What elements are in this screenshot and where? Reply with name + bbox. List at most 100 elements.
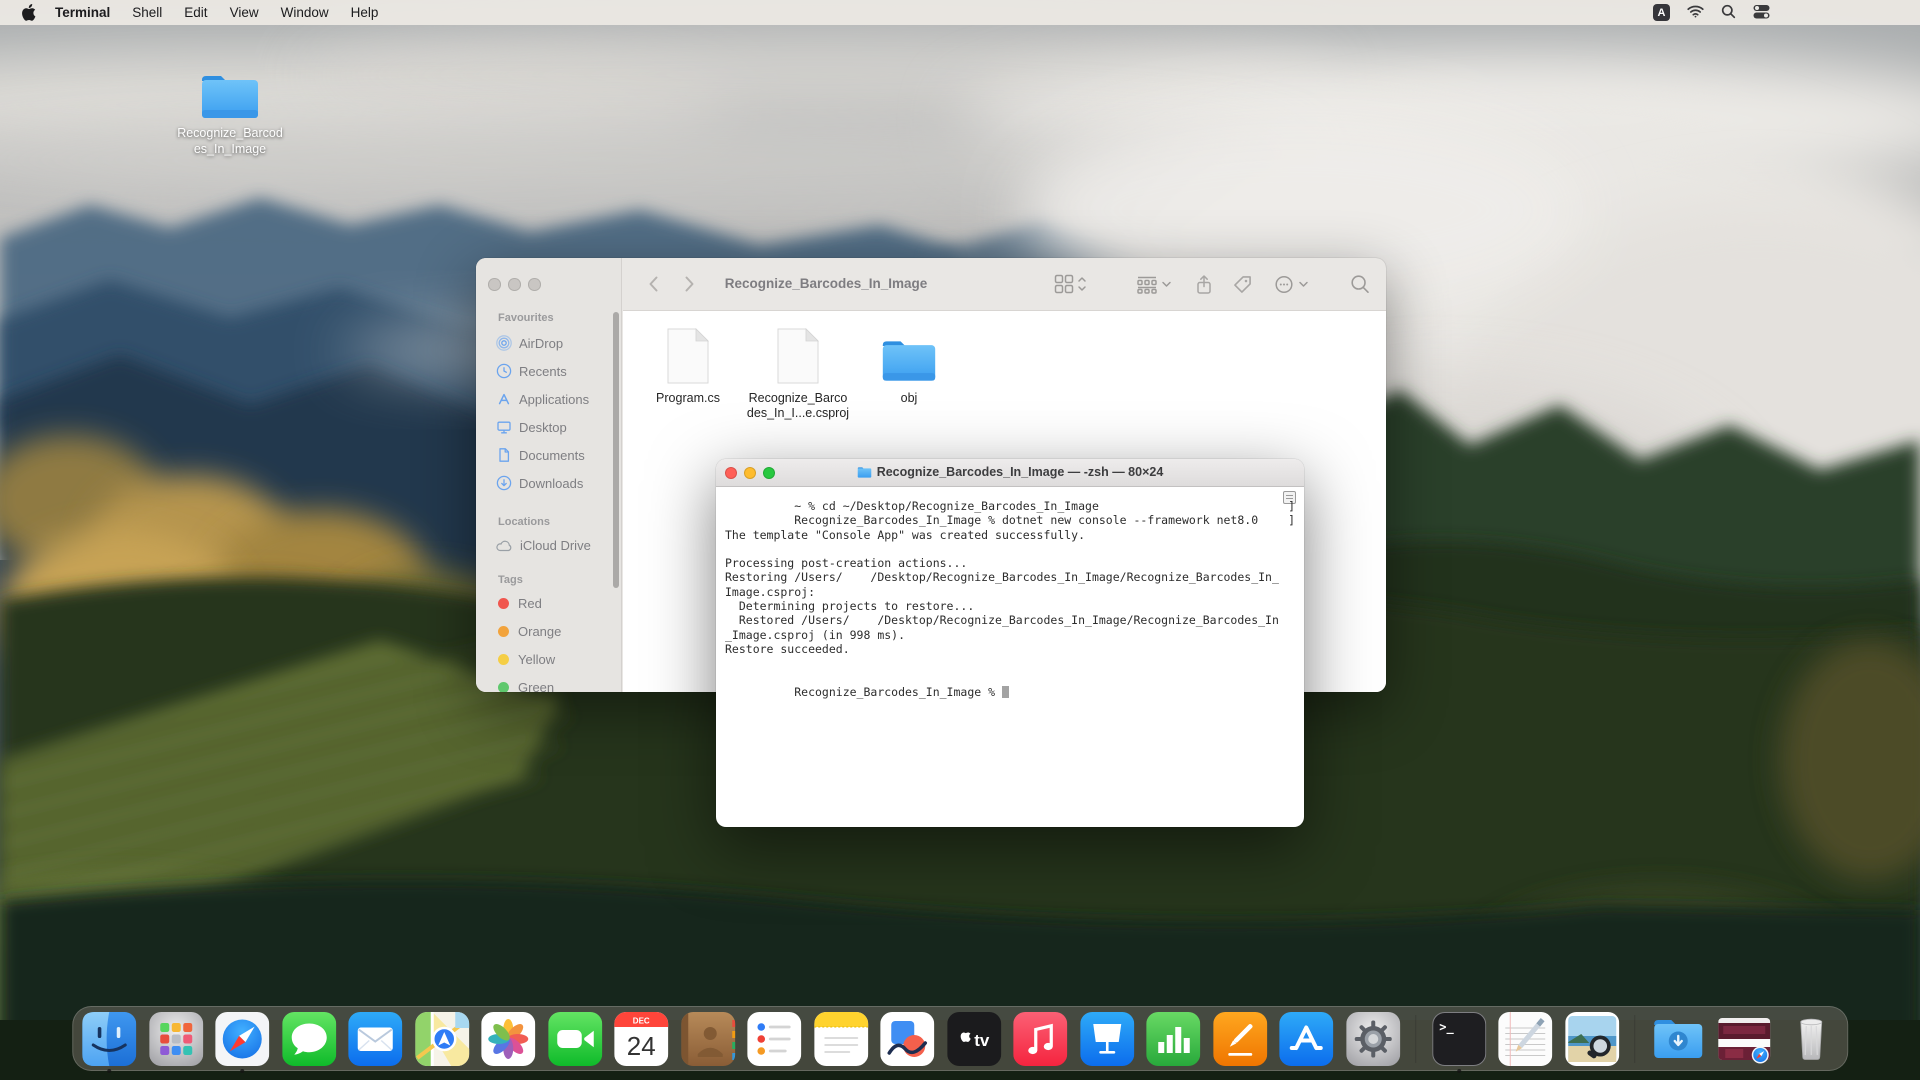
finder-titlebar: Recognize_Barcodes_In_Image [476,258,1386,310]
sidebar-item-airdrop[interactable]: AirDrop [490,332,616,354]
dock-calendar[interactable]: DEC 24 [614,1012,668,1066]
calendar-day: 24 [627,1031,656,1061]
sidebar-item-label: Recents [519,364,567,379]
terminal-glyph: >_ [1439,1020,1454,1035]
dock-pages[interactable] [1213,1012,1267,1066]
dock-preview[interactable] [1565,1012,1619,1066]
close-button[interactable] [488,278,501,291]
file-name-line2: des_In_I...e.csproj [743,406,853,421]
back-button[interactable] [644,273,664,300]
dock-safari[interactable] [215,1012,269,1066]
menu-terminal[interactable]: Terminal [44,0,121,25]
sidebar-item-downloads[interactable]: Downloads [490,472,616,494]
dock-system-settings[interactable] [1346,1012,1400,1066]
sidebar-item-applications[interactable]: Applications [490,388,616,410]
folder-proxy-icon [857,466,872,479]
minimize-button[interactable] [744,467,756,479]
sidebar-item-label: Downloads [519,476,583,491]
sidebar-item-tag-yellow[interactable]: Yellow [490,648,616,670]
dock-downloads-folder[interactable] [1651,1012,1705,1066]
dock-launchpad[interactable] [149,1012,203,1066]
tv-label: tv [974,1031,990,1050]
wifi-icon[interactable] [1687,5,1704,21]
sidebar-item-documents[interactable]: Documents [490,444,616,466]
dock-facetime[interactable] [548,1012,602,1066]
dock-contacts[interactable] [681,1012,735,1066]
dock-photos[interactable] [481,1012,535,1066]
sidebar-item-label: Desktop [519,420,567,435]
dock-music[interactable] [1013,1012,1067,1066]
share-icon[interactable] [1194,274,1214,301]
menu-window[interactable]: Window [270,0,340,25]
search-icon[interactable] [1350,274,1370,300]
spotlight-search-icon[interactable] [1721,4,1736,22]
dock-maps[interactable] [415,1012,469,1066]
close-button[interactable] [725,467,737,479]
document-file-icon [633,325,743,385]
control-center-icon[interactable] [1753,4,1770,22]
more-actions-button[interactable] [1274,274,1310,300]
file-obj-folder[interactable]: obj [854,325,964,406]
dock-mail[interactable] [348,1012,402,1066]
apple-menu-icon[interactable] [21,4,36,21]
terminal-titlebar: Recognize_Barcodes_In_Image — -zsh — 80×… [716,459,1304,487]
desktop-icon [496,419,512,435]
applications-icon [496,391,512,407]
menu-shell[interactable]: Shell [121,0,173,25]
sidebar-item-label: Red [518,596,542,611]
sidebar-item-label: Green [518,680,554,693]
dock-notes[interactable] [814,1012,868,1066]
dock-app-store[interactable] [1279,1012,1333,1066]
sidebar-header-locations: Locations [498,516,550,528]
zoom-button[interactable] [528,278,541,291]
dock: DEC 24 [72,1006,1848,1071]
terminal-output: ~ % cd ~/Desktop/Recognize_Barcodes_In_I… [716,487,1304,827]
airdrop-icon [496,335,512,351]
tag-yellow-icon [496,652,511,667]
dock-finder[interactable] [82,1012,136,1066]
document-icon [496,447,512,463]
file-program-cs[interactable]: Program.cs [633,325,743,406]
sidebar-item-label: AirDrop [519,336,563,351]
finder-window-title: Recognize_Barcodes_In_Image [696,276,956,291]
folder-icon [199,72,261,122]
input-source-icon[interactable]: A [1653,4,1670,21]
dock-minimized-safari-window[interactable] [1717,1012,1771,1066]
sidebar-item-tag-orange[interactable]: Orange [490,620,616,642]
terminal-window-title: Recognize_Barcodes_In_Image — -zsh — 80×… [796,465,1224,479]
dock-separator [1634,1015,1635,1063]
dock-freeform[interactable] [880,1012,934,1066]
sidebar-item-tag-red[interactable]: Red [490,592,616,614]
dock-reminders[interactable] [747,1012,801,1066]
sidebar-header-favourites: Favourites [498,312,554,324]
dock-messages[interactable] [282,1012,336,1066]
dock-terminal[interactable]: >_ [1432,1012,1486,1066]
minimize-button[interactable] [508,278,521,291]
menu-edit[interactable]: Edit [173,0,218,25]
sidebar-item-desktop[interactable]: Desktop [490,416,616,438]
sidebar-item-recents[interactable]: Recents [490,360,616,382]
menu-help[interactable]: Help [340,0,390,25]
file-csproj[interactable]: Recognize_Barco des_In_I...e.csproj [743,325,853,421]
icon-view-button[interactable] [1054,274,1088,299]
folder-file-icon [854,325,964,385]
group-by-button[interactable] [1136,274,1172,299]
sidebar-item-tag-green[interactable]: Green [490,676,616,692]
menu-view[interactable]: View [219,0,270,25]
sidebar-scrollbar[interactable] [613,312,619,588]
terminal-cursor [1002,686,1009,698]
sidebar-item-icloud-drive[interactable]: iCloud Drive [490,534,616,556]
cloud-icon [496,539,513,552]
zoom-button[interactable] [763,467,775,479]
tag-icon[interactable] [1232,274,1253,300]
desktop-folder-recognize-barcodes[interactable]: Recognize_Barcod es_In_Image [168,72,292,157]
file-name: Recognize_Barco [743,391,853,406]
dock-keynote[interactable] [1080,1012,1134,1066]
dock-trash[interactable] [1784,1012,1838,1066]
sidebar-item-label: iCloud Drive [520,538,591,553]
sidebar-item-label: Applications [519,392,589,407]
dock-apple-tv[interactable]: tv [947,1012,1001,1066]
dock-numbers[interactable] [1146,1012,1200,1066]
dock-textedit[interactable] [1498,1012,1552,1066]
sidebar-item-label: Orange [518,624,561,639]
